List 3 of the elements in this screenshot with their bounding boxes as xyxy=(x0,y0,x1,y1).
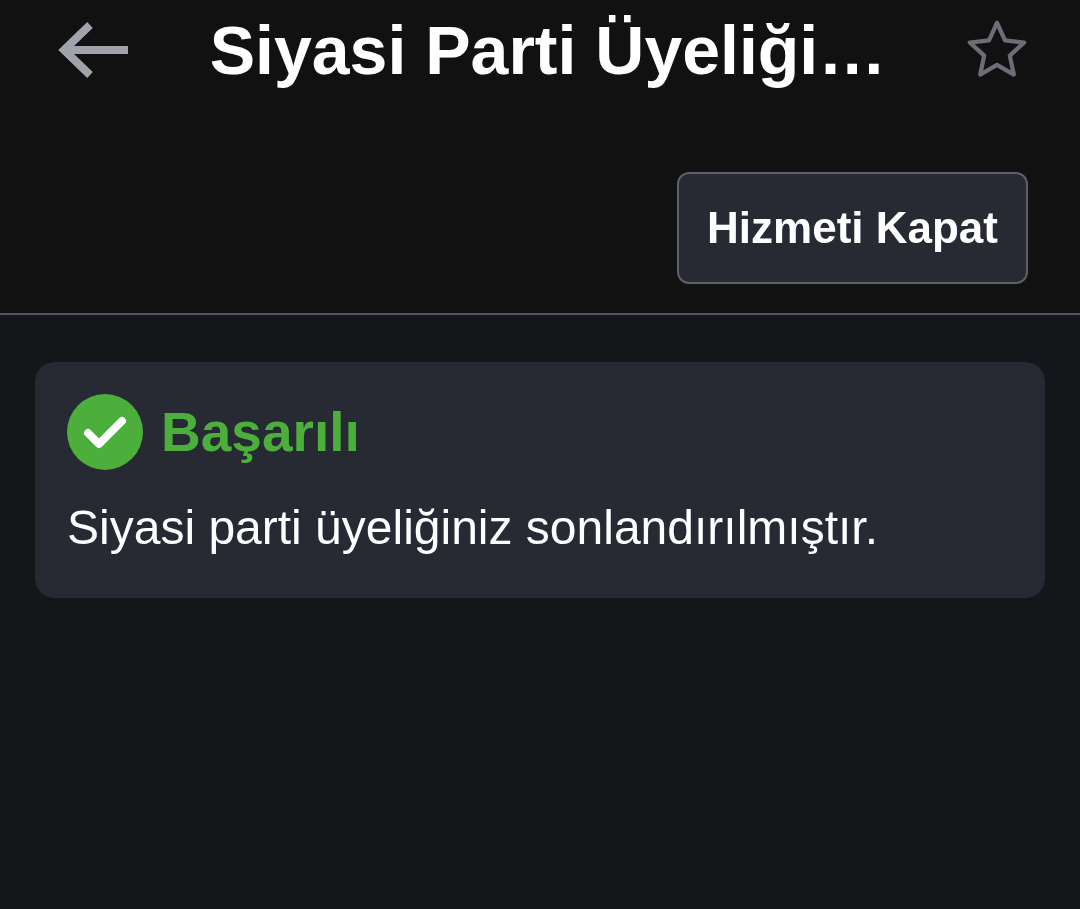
alert-message: Siyasi parti üyeliğiniz sonlandırılmıştır. xyxy=(67,504,879,552)
check-circle-icon xyxy=(67,394,143,470)
close-service-button[interactable]: Hizmeti Kapat xyxy=(677,172,1028,284)
